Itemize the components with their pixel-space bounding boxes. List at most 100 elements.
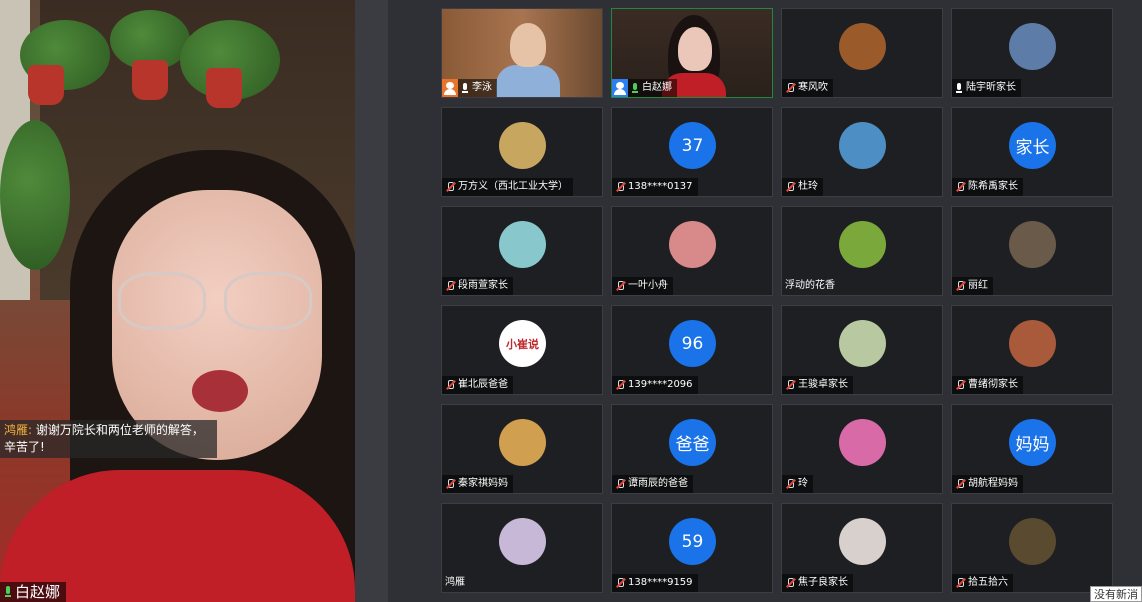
participant-avatar: [1009, 23, 1056, 70]
participant-tile[interactable]: 一叶小舟: [611, 206, 773, 296]
chat-popup[interactable]: 鸿雁: 谢谢万院长和两位老师的解答，辛苦了!: [0, 420, 217, 458]
participant-name: 丽红: [968, 280, 988, 291]
participant-avatar: [1009, 518, 1056, 565]
mic-muted-icon: [785, 379, 795, 391]
participant-name: 崔北辰爸爸: [458, 379, 508, 390]
participant-avatar: 小崔说: [499, 320, 546, 367]
participant-name-label: 138****9159: [612, 574, 698, 592]
participant-name: 杜玲: [798, 181, 818, 192]
mic-muted-icon: [785, 478, 795, 490]
participant-avatar: 37: [669, 122, 716, 169]
participant-tile[interactable]: 小崔说崔北辰爸爸: [441, 305, 603, 395]
participant-name: 胡航程妈妈: [968, 478, 1018, 489]
participant-avatar: [839, 221, 886, 268]
participant-name-label: 胡航程妈妈: [952, 475, 1023, 493]
speaker-video[interactable]: 鸿雁: 谢谢万院长和两位老师的解答，辛苦了! 白赵娜: [0, 0, 355, 602]
person-mouth: [192, 370, 248, 412]
participant-name-label: 王骏卓家长: [782, 376, 853, 394]
participant-grid: 李泳 白赵娜 寒风吹 陆宇昕家长万方义（西北工业大学） 37 138****0137 杜玲 家…: [388, 0, 1142, 602]
participant-tile[interactable]: 浮动的花香: [781, 206, 943, 296]
participant-tile[interactable]: 寒风吹: [781, 8, 943, 98]
mic-muted-icon: [955, 181, 965, 193]
participant-avatar: 爸爸: [669, 419, 716, 466]
participant-tile[interactable]: 万方义（西北工业大学）: [441, 107, 603, 197]
participant-name: 浮动的花香: [785, 280, 835, 291]
participant-name-label: 玲: [782, 475, 813, 493]
participant-tile[interactable]: 陆宇昕家长: [951, 8, 1113, 98]
mic-muted-icon: [445, 280, 455, 292]
chat-sender: 鸿雁:: [4, 423, 33, 437]
participant-tile[interactable]: 杜玲: [781, 107, 943, 197]
participant-avatar: 59: [669, 518, 716, 565]
participant-name: 138****9159: [628, 577, 693, 588]
participant-tile[interactable]: 王骏卓家长: [781, 305, 943, 395]
participant-tile[interactable]: 段雨萱家长: [441, 206, 603, 296]
mic-on-icon: [631, 82, 639, 94]
host-icon: [612, 79, 628, 97]
participant-name-label: 杜玲: [782, 178, 823, 196]
participant-name: 138****0137: [628, 181, 693, 192]
participant-name-label: 丽红: [952, 277, 993, 295]
participant-tile[interactable]: 96 139****2096: [611, 305, 773, 395]
mic-muted-icon: [615, 577, 625, 589]
mic-muted-icon: [785, 181, 795, 193]
mic-muted-icon: [615, 280, 625, 292]
host-icon: [442, 79, 458, 97]
participant-avatar: [839, 23, 886, 70]
speaker-name: 白赵娜: [15, 583, 61, 601]
mic-muted-icon: [615, 478, 625, 490]
participant-tile[interactable]: 李泳: [441, 8, 603, 98]
mic-muted-icon: [445, 181, 455, 193]
flower-pot: [132, 60, 168, 100]
participant-name: 焦子良家长: [798, 577, 848, 588]
flower-pot: [28, 65, 64, 105]
participant-avatar: [1009, 320, 1056, 367]
participant-name: 鸿雁: [445, 577, 465, 588]
participant-name: 139****2096: [628, 379, 693, 390]
participant-name: 王骏卓家长: [798, 379, 848, 390]
participant-tile[interactable]: 鸿雁: [441, 503, 603, 593]
participant-name: 拾五拾六: [968, 577, 1008, 588]
participant-avatar: [839, 122, 886, 169]
participant-tile[interactable]: 37 138****0137: [611, 107, 773, 197]
participant-avatar: [499, 221, 546, 268]
participant-tile[interactable]: 59 138****9159: [611, 503, 773, 593]
mic-muted-icon: [955, 280, 965, 292]
mic-muted-icon: [955, 478, 965, 490]
participant-tile[interactable]: 曹绪彻家长: [951, 305, 1113, 395]
participant-name-label: 秦家祺妈妈: [442, 475, 513, 493]
participant-tile[interactable]: 焦子良家长: [781, 503, 943, 593]
participant-tile[interactable]: 玲: [781, 404, 943, 494]
participant-name-label: 陈希禹家长: [952, 178, 1023, 196]
participant-avatar: [1009, 221, 1056, 268]
mic-muted-icon: [785, 82, 795, 94]
participant-name-label: 浮动的花香: [782, 277, 840, 295]
participant-name: 段雨萱家长: [458, 280, 508, 291]
mic-muted-icon: [615, 379, 625, 391]
notification-toast[interactable]: 没有新消: [1090, 586, 1142, 602]
participant-tile[interactable]: 妈妈 胡航程妈妈: [951, 404, 1113, 494]
flower-pot: [206, 68, 242, 108]
participant-tile[interactable]: 秦家祺妈妈: [441, 404, 603, 494]
plant: [0, 120, 70, 270]
panel-divider[interactable]: [355, 0, 388, 602]
mic-muted-icon: [955, 577, 965, 589]
participant-name-label: 陆宇昕家长: [952, 79, 1021, 97]
participant-avatar: [839, 518, 886, 565]
mic-on-icon: [461, 82, 469, 94]
participant-avatar: [669, 221, 716, 268]
participant-name-label: 一叶小舟: [612, 277, 673, 295]
participant-person: [678, 27, 712, 71]
participant-tile[interactable]: 爸爸 谭雨辰的爸爸: [611, 404, 773, 494]
participant-tile[interactable]: 白赵娜: [611, 8, 773, 98]
participant-name-label: 段雨萱家长: [442, 277, 513, 295]
mic-muted-icon: [615, 181, 625, 193]
participant-tile[interactable]: 家长 陈希禹家长: [951, 107, 1113, 197]
participant-name-label: 白赵娜: [612, 79, 677, 97]
participant-name-label: 曹绪彻家长: [952, 376, 1023, 394]
participant-name: 陆宇昕家长: [966, 82, 1016, 93]
participant-tile[interactable]: 拾五拾六: [951, 503, 1113, 593]
participant-name-label: 138****0137: [612, 178, 698, 196]
participant-name: 秦家祺妈妈: [458, 478, 508, 489]
participant-tile[interactable]: 丽红: [951, 206, 1113, 296]
